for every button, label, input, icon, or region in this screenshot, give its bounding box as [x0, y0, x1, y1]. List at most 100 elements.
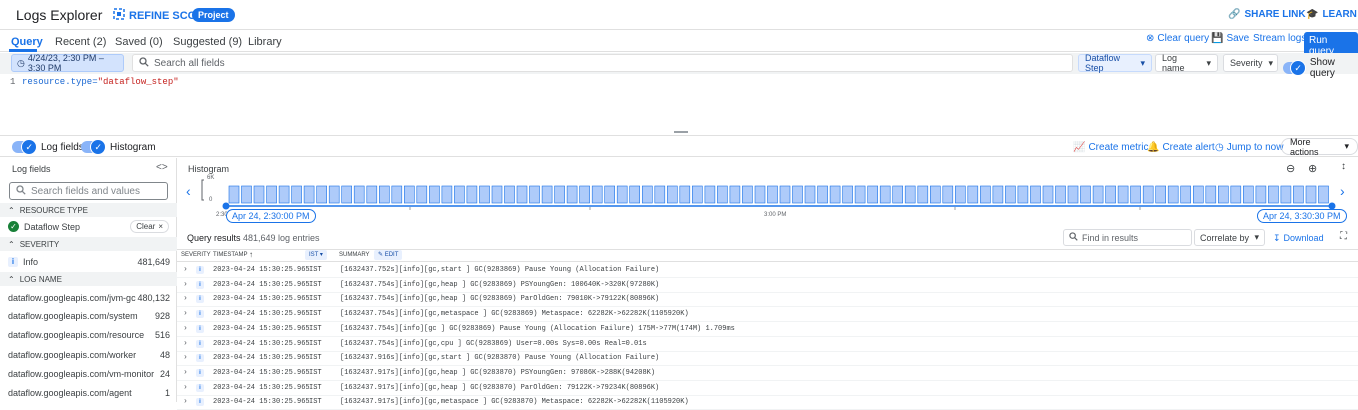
histogram-bar [1142, 185, 1154, 204]
correlate-by-dropdown[interactable]: Correlate by ▾ [1194, 229, 1265, 246]
table-row[interactable]: › i 2023-04-24 15:30:25.965 IST [1632437.917… [177, 366, 1358, 381]
histogram-bar [754, 185, 766, 204]
histogram-bar [341, 185, 353, 204]
histogram-bar [353, 185, 365, 204]
table-row[interactable]: › i 2023-04-24 15:30:25.965 IST [1632437.916… [177, 351, 1358, 367]
chevron-right-icon[interactable]: › [183, 353, 188, 362]
log-timestamp: 2023-04-24 15:30:25.965 [213, 339, 310, 348]
histogram-bar [1055, 185, 1066, 204]
histogram-bar [1005, 185, 1016, 204]
histogram-bar [679, 185, 691, 204]
histogram-bar [491, 185, 503, 204]
histogram-bar [416, 185, 428, 204]
histogram-bar [541, 185, 553, 204]
find-placeholder: Find in results [1082, 232, 1139, 243]
chevron-right-icon[interactable]: › [183, 265, 188, 274]
download-button[interactable]: ↧ Download [1273, 233, 1324, 244]
histogram-end-handle[interactable]: Apr 24, 3:30:30 PM [1257, 209, 1347, 223]
histogram-bar [892, 185, 904, 204]
histogram-bar [867, 185, 879, 204]
histogram-bar [466, 185, 478, 204]
info-severity-icon: i [196, 368, 204, 377]
histogram-bar [1130, 185, 1141, 204]
chevron-right-icon[interactable]: › [183, 339, 188, 348]
histogram-bar [767, 185, 778, 204]
log-timezone: IST [309, 280, 322, 289]
chevron-right-icon[interactable]: › [183, 383, 188, 392]
histogram-bar [241, 185, 252, 204]
histogram-bar [779, 185, 791, 204]
histogram-bar [1017, 185, 1029, 204]
chevron-right-icon[interactable]: › [183, 368, 188, 377]
log-timestamp: 2023-04-24 15:30:25.965 [213, 368, 310, 377]
table-row[interactable]: › i 2023-04-24 15:30:25.965 IST [1632437.754… [177, 292, 1358, 308]
histogram-bar [1293, 185, 1304, 204]
histogram-bar [704, 185, 716, 204]
histogram-bar [629, 185, 641, 204]
log-timezone: IST [309, 310, 322, 319]
histogram-start-handle[interactable]: Apr 24, 2:30:00 PM [226, 209, 316, 223]
histogram-bar [942, 185, 954, 204]
histogram-bar [829, 185, 841, 204]
dropdown-arrow-icon: ▾ [1254, 232, 1259, 242]
chevron-right-icon[interactable]: › [183, 324, 188, 333]
histogram-bar [1067, 185, 1079, 204]
edit-summary-button[interactable]: ✎ EDIT [374, 250, 403, 260]
histogram-bar [1268, 185, 1279, 204]
histogram-bar [992, 185, 1004, 204]
log-timestamp: 2023-04-24 15:30:25.965 [213, 295, 310, 304]
timestamp-column-header[interactable]: TIMESTAMP [213, 252, 248, 258]
histogram-bar [1092, 185, 1104, 204]
timezone-chip[interactable]: IST ▾ [305, 250, 327, 260]
log-summary: [1632437.754s][info][gc,metaspace ] GC(9… [340, 310, 689, 319]
table-row[interactable]: › i 2023-04-24 15:30:25.965 IST [1632437.754… [177, 322, 1358, 337]
search-icon [1069, 232, 1078, 243]
chevron-right-icon[interactable]: › [183, 280, 188, 289]
histogram-bar [742, 185, 753, 204]
info-severity-icon: i [196, 383, 204, 392]
histogram-bar [654, 185, 666, 204]
info-severity-icon: i [196, 354, 204, 363]
histogram-bar [454, 185, 465, 204]
histogram-bar [1167, 185, 1179, 204]
info-severity-icon: i [196, 295, 204, 304]
histogram-bar [228, 185, 240, 204]
histogram-bar [954, 185, 966, 204]
histogram-bar [441, 185, 453, 204]
table-row[interactable]: › i 2023-04-24 15:30:25.965 IST [1632437.917… [177, 395, 1358, 410]
histogram-bar [1205, 185, 1217, 204]
log-timezone: IST [309, 368, 322, 377]
sort-arrow-icon[interactable]: ↑ [249, 250, 253, 259]
table-row[interactable]: › i 2023-04-24 15:30:25.965 IST [1632437.754… [177, 337, 1358, 352]
histogram-bar [817, 185, 828, 204]
histogram-bar [529, 185, 540, 204]
table-row[interactable]: › i 2023-04-24 15:30:25.965 IST [1632437.917… [177, 381, 1358, 396]
histogram-bar [1318, 185, 1329, 204]
histogram-bar [1280, 185, 1292, 204]
histogram-bar [1193, 185, 1204, 204]
fullscreen-icon[interactable]: ⛶ [1340, 231, 1347, 242]
log-timezone: IST [309, 398, 322, 407]
histogram-bar [303, 185, 315, 204]
table-row[interactable]: › i 2023-04-24 15:30:25.965 IST [1632437.754… [177, 278, 1358, 293]
severity-column-header[interactable]: SEVERITY [181, 252, 211, 258]
edit-label: EDIT [384, 252, 399, 258]
chevron-right-icon[interactable]: › [183, 294, 188, 303]
log-timestamp: 2023-04-24 15:30:25.965 [213, 383, 310, 392]
table-row[interactable]: › i 2023-04-24 15:30:25.965 IST [1632437.754… [177, 307, 1358, 323]
histogram-bar [1155, 185, 1166, 204]
download-label: Download [1283, 233, 1324, 243]
download-icon: ↧ [1273, 233, 1281, 243]
timezone-label: IST [309, 252, 319, 258]
info-severity-icon: i [196, 339, 204, 348]
chevron-right-icon[interactable]: › [183, 309, 188, 318]
log-timestamp: 2023-04-24 15:30:25.965 [213, 266, 310, 274]
histogram-bar [429, 185, 440, 204]
histogram-bar [604, 185, 616, 204]
correlate-label: Correlate by [1200, 232, 1250, 243]
histogram-bar [1080, 185, 1091, 204]
histogram-bar [266, 185, 277, 204]
histogram-bar [554, 185, 565, 204]
find-in-results-input[interactable]: Find in results [1063, 229, 1192, 246]
table-row[interactable]: › i 2023-04-24 15:30:25.965 IST [1632437.752… [177, 263, 1358, 278]
